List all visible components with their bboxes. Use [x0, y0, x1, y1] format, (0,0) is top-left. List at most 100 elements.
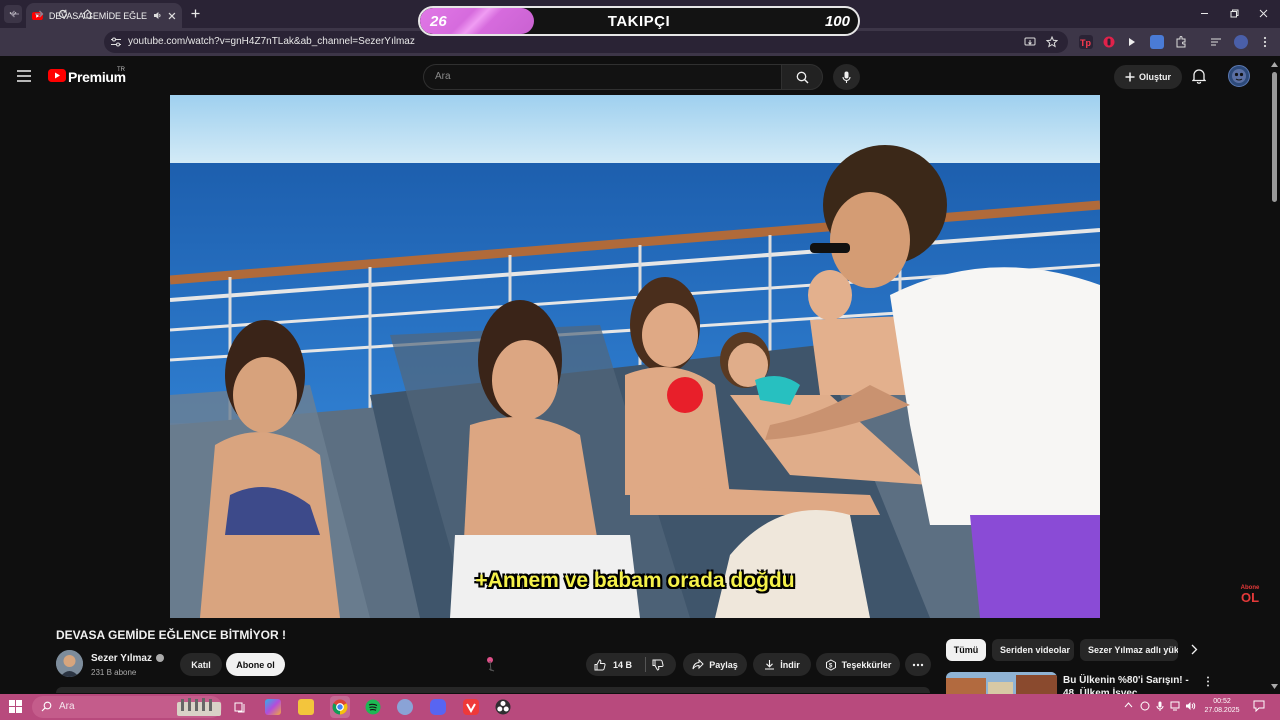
more-actions-button[interactable] [905, 653, 931, 676]
video-player[interactable]: +Annem ve babam orada doğdu [170, 95, 1100, 618]
search-input[interactable] [423, 64, 781, 90]
thumbnail-image [946, 672, 1057, 694]
chip-series-videos[interactable]: Seriden videolar [992, 639, 1074, 661]
logo-region-code: TR [117, 67, 125, 73]
scroll-up-arrow-icon[interactable] [1271, 62, 1278, 67]
discord-icon[interactable] [430, 699, 446, 715]
description-box[interactable] [56, 687, 930, 693]
copilot-icon[interactable] [265, 699, 281, 715]
voice-search-button[interactable] [833, 64, 860, 90]
subscriber-count: 231 B abone [91, 668, 137, 677]
clock-time: 00:52 [1213, 698, 1231, 705]
subscribe-label: Abone ol [236, 659, 275, 670]
file-explorer-icon[interactable] [298, 699, 314, 715]
browser-menu-icon[interactable] [1260, 36, 1270, 48]
channel-name[interactable]: Sezer Yılmaz [91, 653, 152, 664]
forward-arrow-icon [35, 10, 44, 18]
thanks-button[interactable]: $ Teşekkürler [816, 653, 900, 676]
home-icon [82, 9, 92, 19]
like-count[interactable]: 14 B [613, 660, 632, 670]
reload-icon [58, 9, 68, 19]
extension-red-icon[interactable] [1102, 35, 1116, 49]
account-avatar[interactable] [1228, 65, 1250, 87]
site-info-icon[interactable] [110, 36, 122, 48]
follower-label: TAKIPÇI [607, 13, 671, 30]
extensions-puzzle-icon[interactable] [1175, 36, 1187, 48]
download-button[interactable]: İndir [753, 653, 811, 676]
tray-app-icon[interactable] [1140, 701, 1150, 711]
minimize-button[interactable] [1197, 6, 1211, 20]
user-avatar-icon [1232, 69, 1246, 83]
back-arrow-icon [10, 10, 19, 18]
extension-play-icon[interactable] [1125, 35, 1139, 49]
tray-mic-icon[interactable] [1156, 701, 1164, 711]
create-button[interactable]: Oluştur [1114, 65, 1182, 89]
like-thumb-icon[interactable] [594, 658, 606, 671]
share-button[interactable]: Paylaş [683, 653, 747, 676]
restore-button[interactable] [1227, 6, 1241, 20]
profile-avatar-icon[interactable] [1234, 35, 1248, 49]
join-label: Katıl [191, 659, 211, 670]
notifications-bell-icon[interactable] [1192, 68, 1206, 84]
share-arrow-icon [692, 659, 704, 670]
forward-button[interactable] [32, 7, 46, 21]
network-icon[interactable] [1170, 701, 1180, 711]
follower-goal-overlay: 26 TAKIPÇI 100 [418, 6, 860, 36]
join-button[interactable]: Katıl [180, 653, 222, 676]
dislike-thumb-icon[interactable] [652, 659, 664, 671]
home-button[interactable] [80, 7, 94, 21]
verified-badge-icon [156, 654, 164, 662]
notification-center-icon[interactable] [1253, 700, 1265, 712]
extension-tp-icon[interactable]: Tp [1079, 35, 1093, 49]
new-tab-button[interactable] [188, 6, 202, 20]
download-icon [765, 660, 775, 670]
microphone-icon [842, 71, 851, 83]
subscribe-watermark[interactable]: Abone OL [1236, 585, 1264, 604]
extension-translate-icon[interactable] [1150, 35, 1164, 49]
chip-all[interactable]: Tümü [946, 639, 986, 661]
obs-studio-icon[interactable] [495, 699, 511, 715]
tray-overflow-chevron-icon[interactable] [1124, 702, 1133, 708]
app-icon-settings[interactable] [397, 699, 413, 715]
search-highlight-image [177, 698, 221, 716]
create-label: Oluştur [1138, 72, 1171, 82]
back-button[interactable] [8, 7, 22, 21]
bookmark-star-icon[interactable] [1046, 36, 1058, 48]
system-clock[interactable]: 00:52 27.08.2025 [1200, 697, 1244, 715]
install-app-icon[interactable] [1024, 36, 1036, 48]
more-vertical-icon[interactable] [1206, 676, 1210, 687]
chip-series-label: Seriden videolar [1000, 645, 1071, 655]
youtube-logo-icon[interactable] [48, 69, 66, 82]
volume-icon[interactable] [1185, 701, 1196, 711]
subscribe-button[interactable]: Abone ol [226, 653, 285, 676]
tab-list-icon[interactable] [1210, 36, 1222, 48]
vivaldi-icon[interactable] [463, 699, 479, 715]
search-button[interactable] [781, 64, 823, 90]
plus-icon [1125, 72, 1135, 82]
reload-button[interactable] [56, 7, 70, 21]
chip-related-label: Sezer Yılmaz adlı yük [1088, 645, 1178, 655]
hamburger-menu-icon[interactable] [17, 70, 31, 82]
restore-icon [1230, 9, 1238, 17]
scroll-down-arrow-icon[interactable] [1271, 684, 1278, 689]
mouse-cursor-icon [487, 657, 495, 672]
chevron-right-icon[interactable] [1191, 644, 1198, 655]
share-label: Paylaş [709, 659, 738, 670]
scrollbar-thumb[interactable] [1272, 72, 1277, 202]
speaker-icon[interactable] [153, 11, 162, 20]
browser-tab-active[interactable]: DEVASA GEMİDE EĞLENCE BİTMİYOR ! [26, 3, 182, 28]
task-view-icon[interactable] [234, 701, 246, 713]
windows-start-icon[interactable] [9, 700, 22, 713]
spotify-icon[interactable] [365, 699, 381, 715]
channel-avatar[interactable] [56, 650, 83, 677]
recommended-video-title[interactable]: Bu Ülkenin %80'i Sarışın! - 48. Ülkem İs… [1063, 674, 1198, 694]
svg-text:Tp: Tp [1080, 38, 1091, 48]
chip-channel-uploads[interactable]: Sezer Yılmaz adlı yük [1080, 639, 1178, 661]
follower-goal: 100 [824, 13, 850, 30]
url-text[interactable]: youtube.com/watch?v=gnH4Z7nTLak&ab_chann… [128, 36, 415, 47]
close-window-button[interactable] [1256, 6, 1270, 20]
download-label: İndir [780, 659, 800, 670]
recommended-video-thumbnail[interactable] [946, 672, 1057, 694]
close-tab-icon[interactable] [168, 12, 176, 20]
chrome-icon[interactable] [332, 699, 348, 715]
